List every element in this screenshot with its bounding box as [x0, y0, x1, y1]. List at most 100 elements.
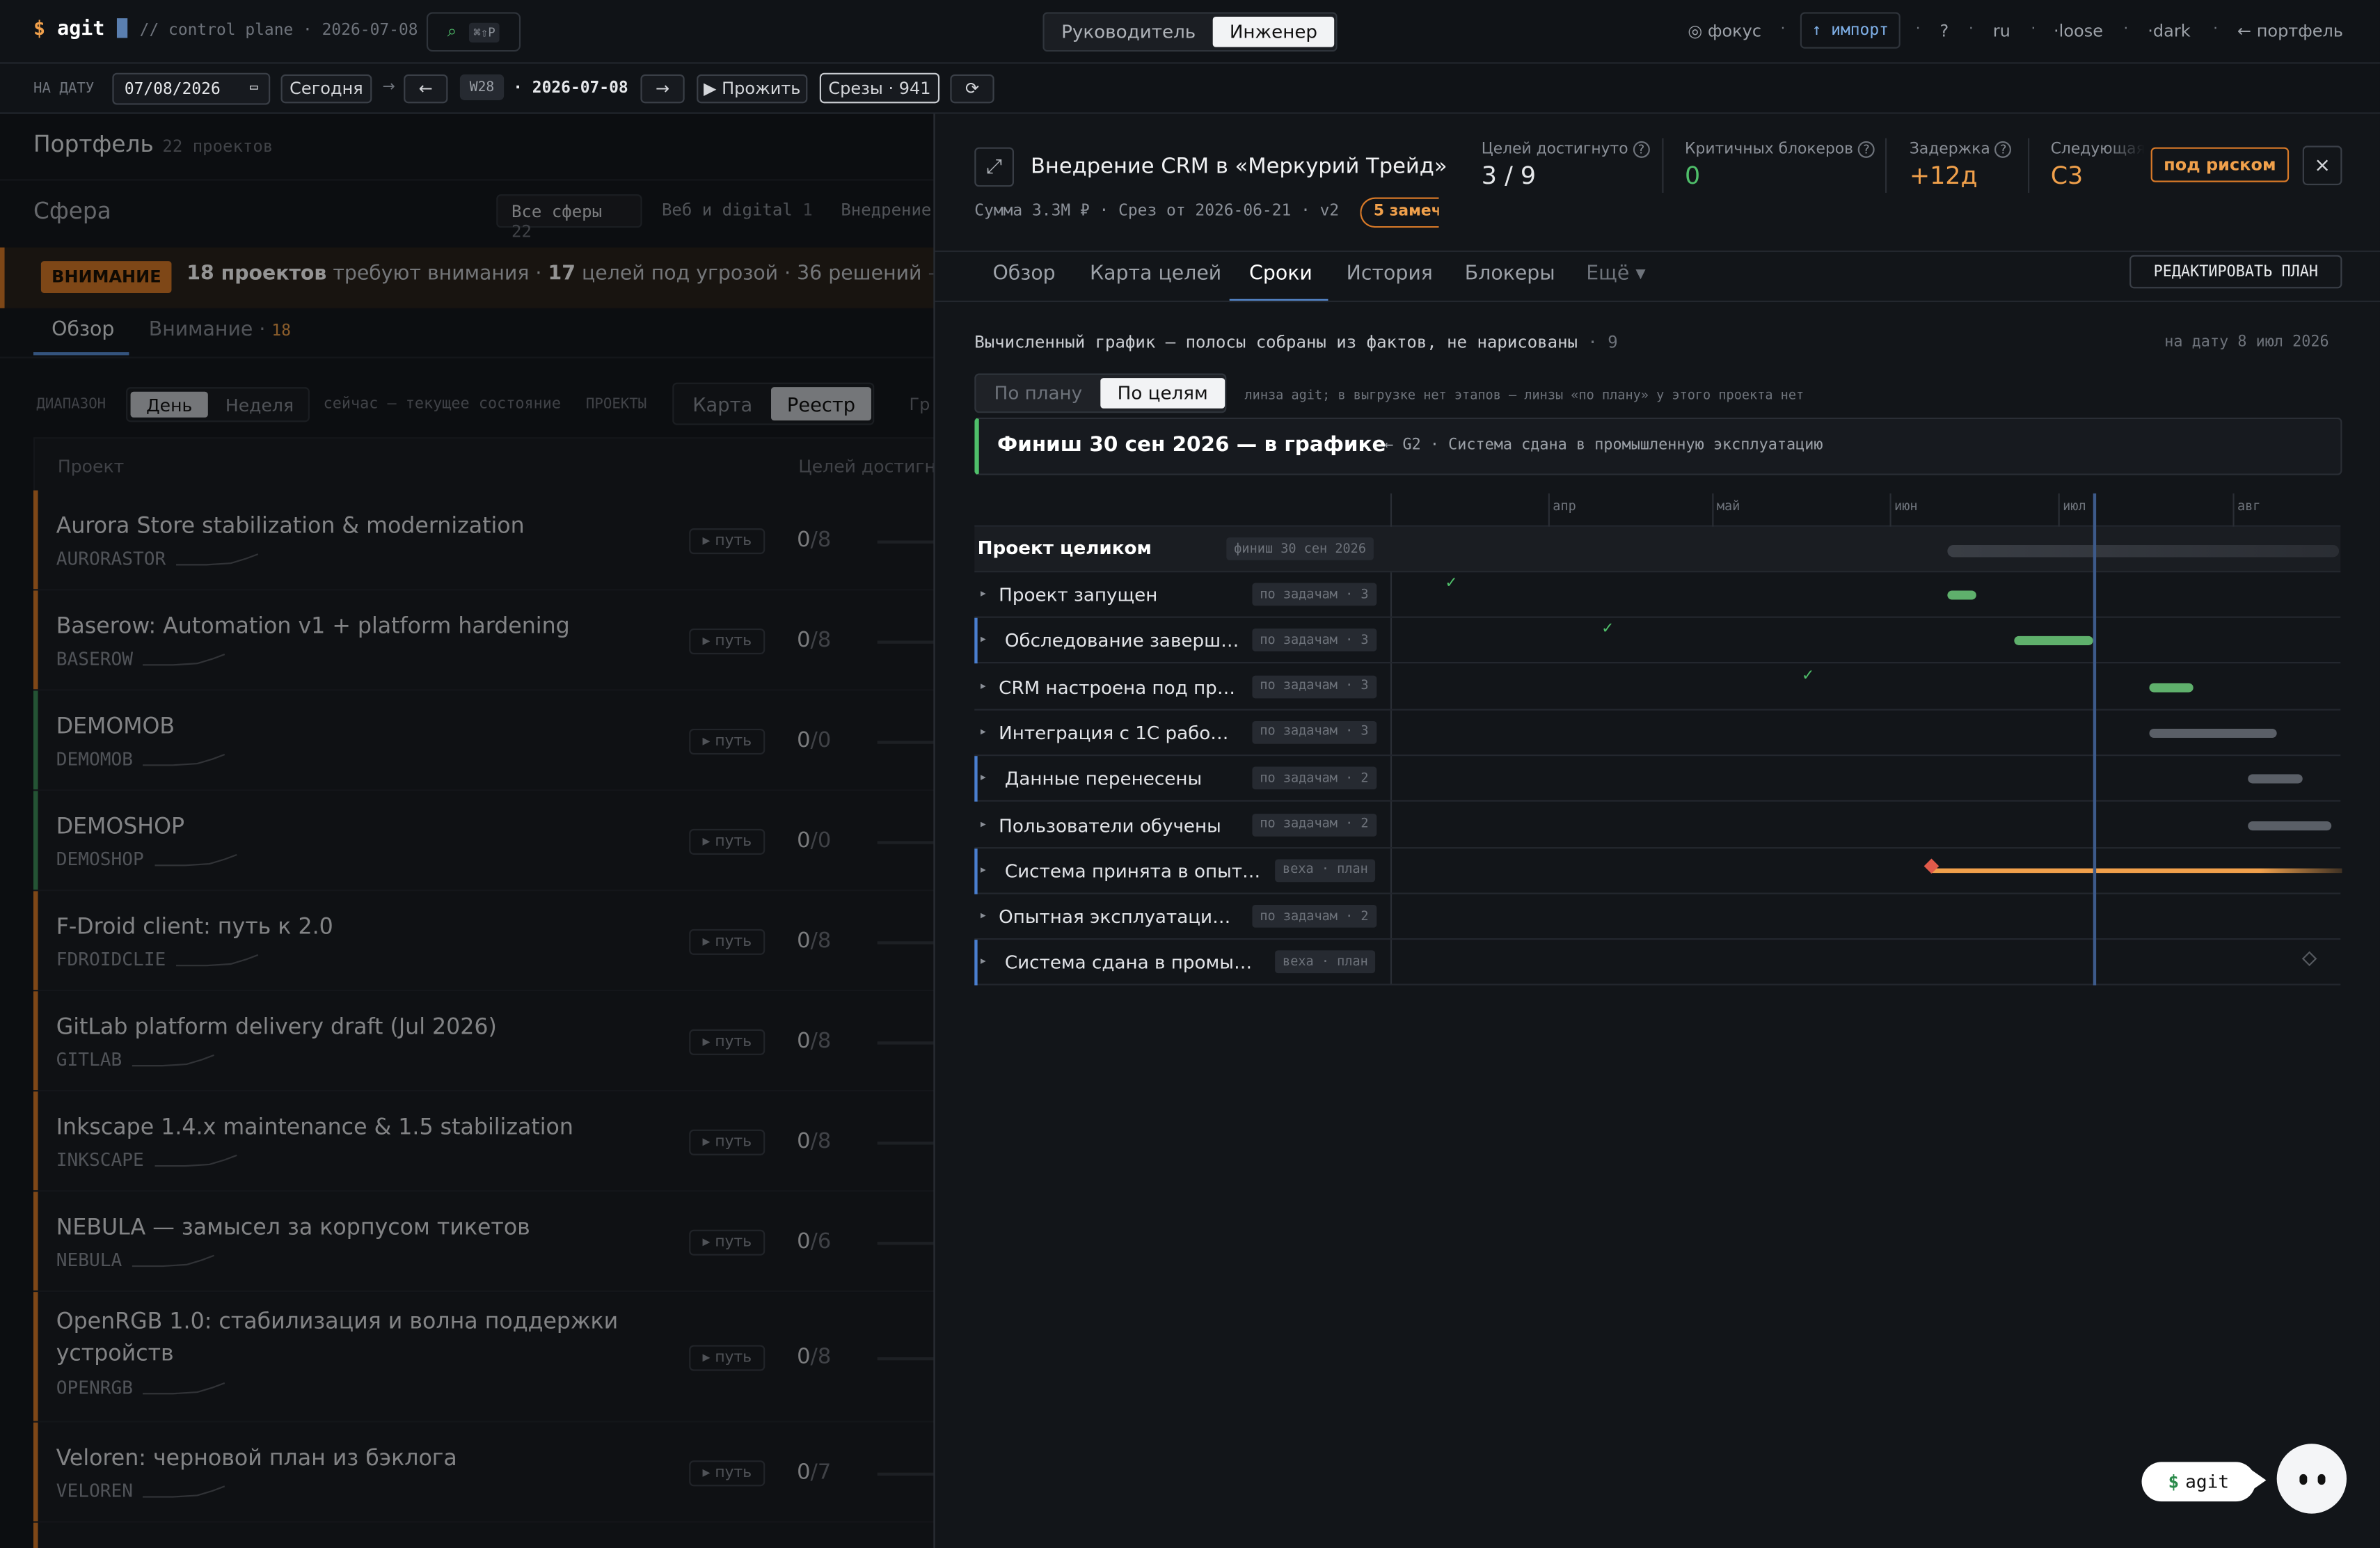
project-row[interactable]: F-Droid client: путь к 2.0 FDROIDCLIE ▸ пу… — [33, 891, 934, 992]
divider — [935, 250, 2380, 253]
lens-plan[interactable]: По плану — [979, 378, 1097, 409]
gantt-row[interactable]: ▸ Интеграция с 1С работает по задачам · 3 — [974, 711, 2341, 756]
sphere-implementation[interactable]: Внедрение — [841, 200, 931, 220]
tab-overview[interactable]: Обзор — [992, 262, 1055, 285]
gantt-row[interactable]: ▸ Система сдана в промышленную эксплуатац… — [974, 940, 2341, 986]
project-row[interactable]: DEMOSHOP DEMOSHOP ▸ путь 0/0 — [33, 791, 934, 892]
tab-blockers[interactable]: Блокеры — [1465, 262, 1555, 285]
app-logo[interactable]: $ agit — [33, 18, 127, 41]
assistant-bubble[interactable]: $ agit — [2141, 1462, 2256, 1502]
help-icon[interactable]: ? — [1857, 141, 1875, 158]
help-icon[interactable]: ? — [1994, 141, 2012, 158]
expand-chevron-icon[interactable]: ▸ — [981, 864, 986, 876]
path-button[interactable]: ▸ путь — [689, 628, 765, 655]
path-button[interactable]: ▸ путь — [689, 1129, 765, 1155]
path-button[interactable]: ▸ путь — [689, 828, 765, 855]
view-registry[interactable]: Реестр — [771, 387, 871, 421]
sparkline — [132, 1254, 215, 1267]
goals-done: 0 — [797, 1029, 811, 1054]
help-link[interactable]: ? — [1939, 22, 1949, 41]
expand-chevron-icon[interactable]: ▸ — [981, 633, 986, 645]
project-row[interactable]: Wireshark: security audit + reproducible… — [33, 1522, 934, 1548]
focus-link[interactable]: ◎ фокус — [1688, 22, 1761, 41]
assistant-avatar[interactable] — [2276, 1444, 2347, 1514]
gantt-row[interactable]: ▸ Проект запущен по задачам · 3 — [974, 572, 2341, 618]
sphere-web[interactable]: Веб и digital 1 — [662, 200, 813, 220]
goal-name: Пользователи обучены — [999, 814, 1221, 836]
path-button[interactable]: ▸ путь — [689, 528, 765, 555]
project-code: DEMOMOB — [56, 748, 134, 770]
project-row[interactable]: Aurora Store stabilization & modernizati… — [33, 490, 934, 591]
project-row[interactable]: Baserow: Automation v1 + platform harden… — [33, 590, 934, 691]
path-button[interactable]: ▸ путь — [689, 1460, 765, 1487]
refresh-button[interactable]: ⟳ — [950, 74, 994, 104]
path-button[interactable]: ▸ путь — [689, 929, 765, 955]
tab-overview[interactable]: Обзор — [51, 319, 114, 342]
range-day[interactable]: День — [130, 391, 208, 418]
column-project[interactable]: Проект — [58, 455, 124, 477]
expand-chevron-icon[interactable]: ▸ — [981, 587, 986, 599]
mode-engineer[interactable]: Инженер — [1212, 16, 1335, 47]
project-row[interactable]: Veloren: черновой план из бэклога VELOREN… — [33, 1422, 934, 1523]
tab-history[interactable]: История — [1347, 262, 1433, 285]
prev-week-button[interactable]: ← — [404, 74, 448, 104]
goal-bar — [1947, 590, 1976, 600]
theme-link[interactable]: ·dark — [2148, 22, 2190, 41]
divider — [0, 356, 934, 358]
portfolio-link[interactable]: ← портфель — [2237, 22, 2343, 41]
tab-goal-map[interactable]: Карта целей — [1090, 262, 1221, 285]
expand-chevron-icon[interactable]: ▸ — [981, 725, 986, 737]
edit-plan-button[interactable]: РЕДАКТИРОВАТЬ ПЛАН — [2129, 255, 2342, 289]
density-link[interactable]: ·loose — [2054, 22, 2103, 41]
gantt-row[interactable]: ▸ Данные перенесены по задачам · 2 — [974, 756, 2341, 803]
alert-text: — Ав — [921, 262, 933, 285]
path-button[interactable]: ▸ путь — [689, 728, 765, 755]
sphere-all[interactable]: Все сферы 22 — [496, 194, 642, 242]
help-icon[interactable]: ? — [1633, 141, 1650, 158]
project-row[interactable]: OpenRGB 1.0: стабилизация и волна поддер… — [33, 1292, 934, 1423]
gantt-row[interactable]: ▸ CRM настроена под процессы по задачам · … — [974, 664, 2341, 710]
close-icon[interactable]: × — [2302, 145, 2342, 186]
language-link[interactable]: ru — [1993, 22, 2010, 41]
path-button[interactable]: ▸ путь — [689, 1029, 765, 1055]
column-goals[interactable]: Целей достигну — [798, 455, 933, 477]
project-row[interactable]: GitLab platform delivery draft (Jul 2026… — [33, 991, 934, 1092]
expand-chevron-icon[interactable]: ▸ — [981, 910, 986, 922]
slices-button[interactable]: Срезы · 941 — [819, 72, 940, 104]
gantt-row[interactable]: ▸ Опытная эксплуатация завершена по задача… — [974, 894, 2341, 940]
view-map[interactable]: Карта — [677, 387, 768, 420]
alert-goals: 17 — [548, 262, 576, 286]
range-week[interactable]: Неделя — [212, 395, 306, 416]
project-row[interactable]: Inkscape 1.4.x maintenance & 1.5 stabili… — [33, 1091, 934, 1192]
separator: · — [2123, 21, 2129, 38]
import-button[interactable]: ↑ импорт — [1800, 12, 1901, 49]
gantt-header — [974, 493, 2341, 527]
month-gridline — [2058, 493, 2060, 527]
notes-badge[interactable]: 5 замечаний — [1360, 197, 1439, 228]
expand-chevron-icon[interactable]: ▸ — [981, 818, 986, 830]
project-row[interactable]: NEBULA — замысел за корпусом тикетов NEBU… — [33, 1192, 934, 1293]
project-row[interactable]: DEMOMOB DEMOMOB ▸ путь 0/0 — [33, 690, 934, 791]
command-search-button[interactable]: ⌕ ⌘⇧P — [426, 12, 521, 52]
expand-icon[interactable]: ⤢ — [974, 147, 1014, 187]
sparkline — [176, 553, 259, 566]
next-week-button[interactable]: → — [640, 74, 685, 104]
expand-chevron-icon[interactable]: ▸ — [981, 771, 986, 783]
gantt-row[interactable]: ▸ Пользователи обучены по задачам · 2 — [974, 803, 2341, 848]
divider — [1662, 138, 1664, 194]
row-accent — [33, 1192, 38, 1290]
expand-chevron-icon[interactable]: ▸ — [981, 956, 986, 968]
tab-timeline[interactable]: Сроки — [1249, 262, 1312, 285]
path-button[interactable]: ▸ путь — [689, 1229, 765, 1256]
play-button[interactable]: ▶ Прожить — [697, 74, 808, 104]
path-button[interactable]: ▸ путь — [689, 1345, 765, 1371]
mode-manager[interactable]: Руководитель — [1047, 17, 1209, 47]
tab-more[interactable]: Ещё ▾ — [1586, 262, 1645, 285]
today-button[interactable]: Сегодня — [280, 74, 372, 104]
tab-attention[interactable]: Внимание · 18 — [149, 319, 291, 342]
date-input[interactable]: 07/08/2026 ▭ — [112, 72, 271, 105]
lens-goals[interactable]: По целям — [1100, 378, 1225, 409]
gantt-row[interactable]: ▸ Обследование завершено по задачам · 3 — [974, 618, 2341, 664]
cursor-block — [116, 18, 127, 38]
expand-chevron-icon[interactable]: ▸ — [981, 679, 986, 691]
